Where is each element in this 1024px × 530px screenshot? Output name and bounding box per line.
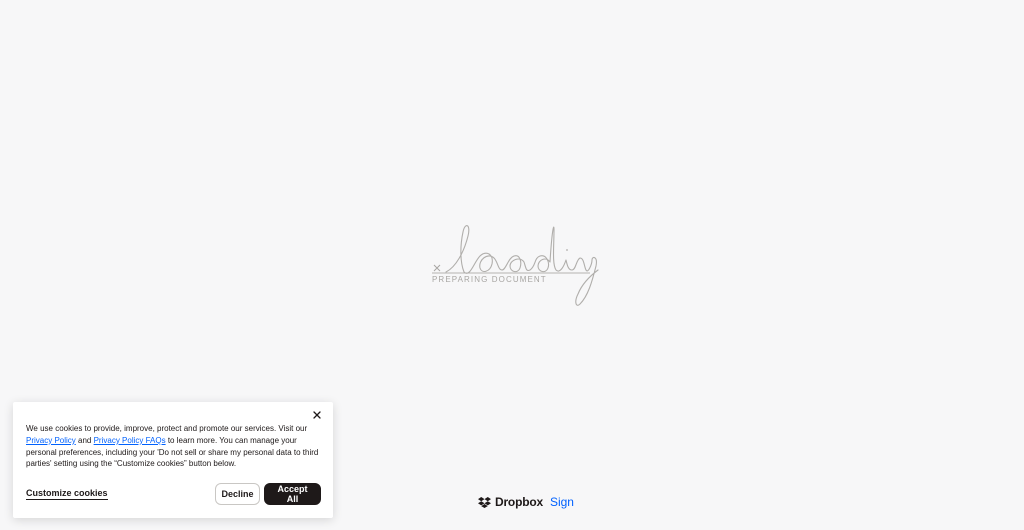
- close-icon: [313, 411, 321, 419]
- loading-caption: PREPARING DOCUMENT: [432, 275, 547, 284]
- loading-indicator: PREPARING DOCUMENT: [430, 222, 600, 308]
- privacy-policy-faqs-link[interactable]: Privacy Policy FAQs: [94, 436, 166, 445]
- loading-script-graphic: [432, 225, 599, 306]
- decline-button[interactable]: Decline: [215, 483, 260, 505]
- dropbox-logo-icon: [478, 496, 491, 508]
- brand-footer: Dropbox Sign: [478, 495, 574, 509]
- privacy-policy-link[interactable]: Privacy Policy: [26, 436, 76, 445]
- page: PREPARING DOCUMENT We use cookies to pro…: [0, 0, 1024, 530]
- brand-product: Sign: [549, 495, 574, 509]
- customize-cookies-button[interactable]: Customize cookies: [26, 488, 108, 500]
- close-banner-button[interactable]: [310, 408, 324, 422]
- cookie-message: We use cookies to provide, improve, prot…: [26, 423, 322, 470]
- brand-name: Dropbox: [495, 495, 543, 509]
- cookie-consent-banner: We use cookies to provide, improve, prot…: [13, 402, 333, 518]
- accept-all-button[interactable]: Accept All: [264, 483, 321, 505]
- cookie-text-and: and: [75, 435, 94, 445]
- cookie-text-intro: We use cookies to provide, improve, prot…: [26, 424, 308, 433]
